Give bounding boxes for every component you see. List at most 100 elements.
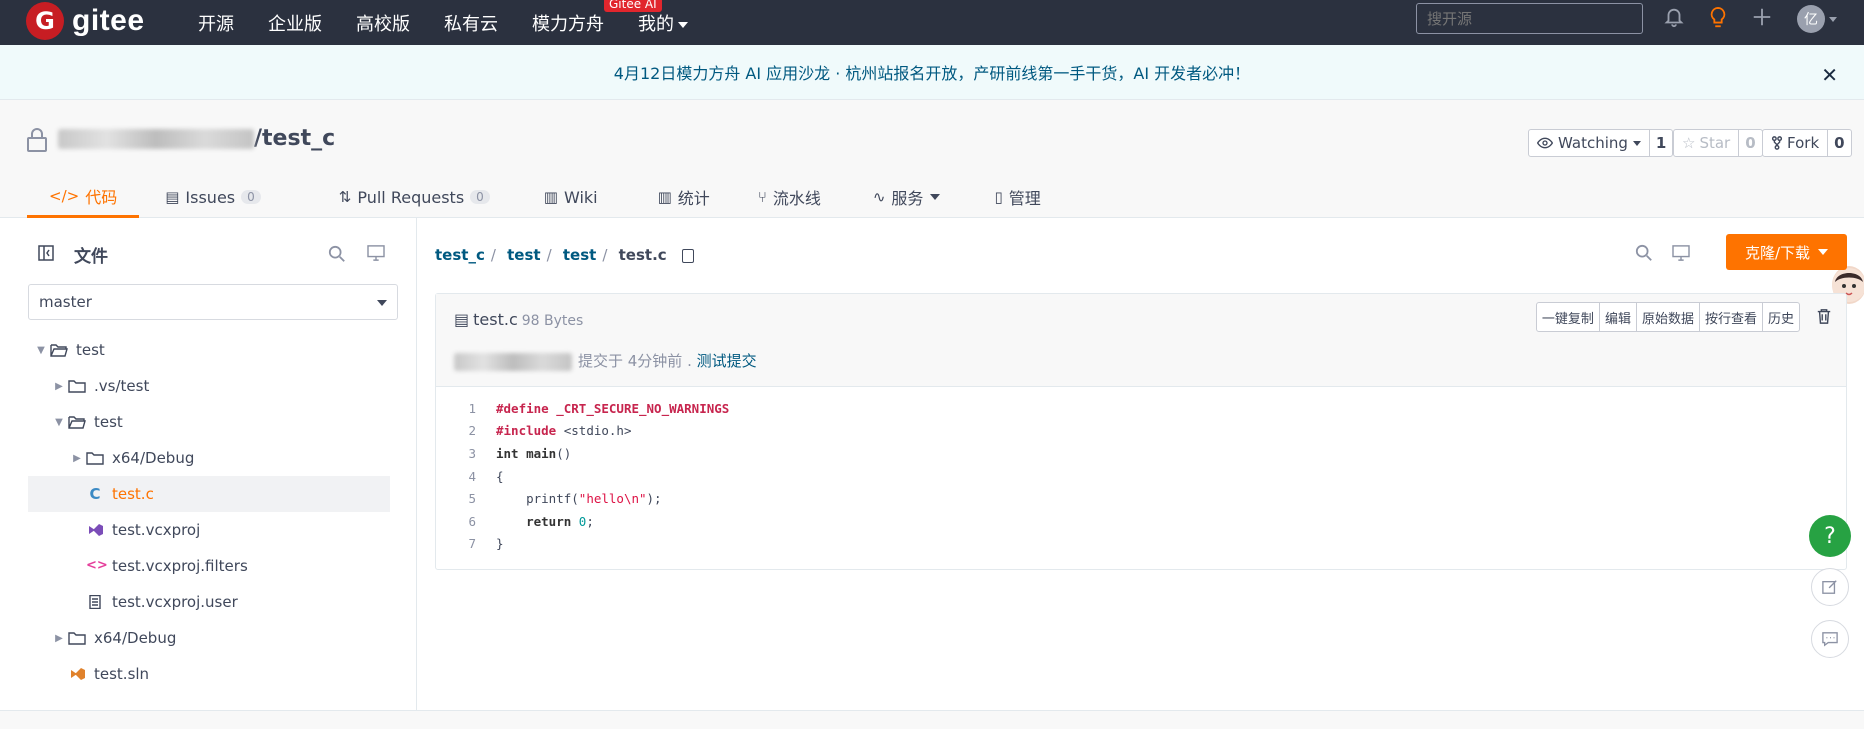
main-monitor-icon[interactable] — [1672, 245, 1690, 261]
code-line: 2 #include <stdio.h> — [436, 420, 1846, 443]
star-count[interactable]: 0 — [1739, 130, 1761, 156]
breadcrumb-sep: / — [602, 246, 608, 264]
user-avatar[interactable]: 亿 — [1797, 5, 1825, 33]
blame-button[interactable]: 按行查看 — [1700, 303, 1763, 331]
tree-item[interactable]: Ctest.c — [28, 476, 390, 512]
tree-item[interactable]: <> test.vcxproj.filters — [28, 548, 390, 584]
line-number: 2 — [468, 423, 476, 439]
search-icon[interactable] — [328, 245, 346, 263]
tab-stats[interactable]: ▥ 统计 — [620, 176, 732, 218]
chevron-down-icon — [1818, 249, 1829, 255]
raw-button[interactable]: 原始数据 — [1637, 303, 1700, 331]
monitor-icon[interactable] — [367, 245, 385, 261]
line-number: 6 — [468, 513, 476, 529]
main-search-icon[interactable] — [1635, 244, 1653, 262]
nav-item-education[interactable]: 高校版 — [356, 10, 410, 36]
watch-button[interactable]: Watching — [1529, 130, 1650, 156]
code-icon: </> — [49, 186, 80, 205]
pipeline-icon: ⑂ — [757, 188, 767, 206]
tab-services[interactable]: ∿ 服务 — [843, 176, 963, 218]
code-text: } — [496, 536, 504, 552]
services-chevron-down-icon — [930, 194, 941, 200]
breadcrumb-dir-1[interactable]: test — [507, 246, 540, 264]
avatar-chevron-down-icon[interactable] — [1829, 17, 1837, 22]
gitee-logo[interactable]: G gitee — [26, 2, 145, 40]
logo-icon: G — [26, 2, 64, 40]
tree-item-label: x64/Debug — [94, 629, 177, 647]
nav-item-mine[interactable]: 我的 — [638, 10, 688, 36]
chat-button[interactable] — [1811, 620, 1849, 658]
main-content: test_c / test / test / test.c 克隆/下载 ▤ test.c… — [417, 218, 1864, 710]
tree-item-label: test.vcxproj — [112, 521, 201, 539]
fork-count[interactable]: 0 — [1828, 130, 1850, 156]
star-button[interactable]: ☆ Star — [1674, 130, 1740, 156]
tab-pull-requests[interactable]: ⇅ Pull Requests 0 — [283, 176, 512, 218]
tree-item[interactable]: test.vcxproj.user — [28, 584, 390, 620]
nav-item-moli[interactable]: 模力方舟 Gitee AI — [532, 0, 662, 36]
nav-items: 开源 企业版 高校版 私有云 模力方舟 Gitee AI 我的 — [198, 0, 722, 45]
tab-wiki[interactable]: ▥ Wiki — [512, 176, 620, 218]
banner-text[interactable]: 4月12日模力方舟 AI 应用沙龙 · 杭州站报名开放，产研前线第一手干货，AI… — [614, 60, 1250, 84]
tree-item[interactable]: test.vcxproj — [28, 512, 390, 548]
fork-button[interactable]: Fork — [1763, 130, 1829, 156]
history-button[interactable]: 历史 — [1763, 303, 1799, 331]
tab-pipeline[interactable]: ⑂ 流水线 — [732, 176, 843, 218]
commit-message-link[interactable]: 测试提交 — [697, 352, 757, 370]
edit-button[interactable]: 编辑 — [1600, 303, 1637, 331]
copy-icon[interactable] — [681, 248, 694, 263]
tree-item[interactable]: test.sln — [28, 656, 390, 692]
code-text: return 0; — [526, 513, 594, 529]
breadcrumb-dir-2[interactable]: test — [563, 246, 596, 264]
caret-right-icon[interactable]: ▶ — [72, 453, 82, 464]
tree-item[interactable]: ▶ x64/Debug — [28, 440, 390, 476]
breadcrumb-repo[interactable]: test_c — [435, 246, 485, 264]
caret-down-icon[interactable]: ▼ — [36, 345, 46, 356]
close-icon[interactable]: ✕ — [1821, 63, 1838, 87]
tree-item[interactable]: ▼ test — [28, 332, 390, 368]
tab-manage[interactable]: ▯ 管理 — [962, 176, 1062, 218]
copy-all-button[interactable]: 一键复制 — [1537, 303, 1600, 331]
watch-group: Watching 1 — [1528, 129, 1674, 157]
tree-item-label: x64/Debug — [112, 449, 195, 467]
nav-item-mine-label: 我的 — [638, 13, 674, 35]
code-text: { — [496, 468, 504, 484]
code-line: 7} — [436, 533, 1846, 556]
caret-down-icon[interactable]: ▼ — [54, 417, 64, 428]
trash-icon[interactable] — [1816, 308, 1832, 324]
nav-item-enterprise[interactable]: 企业版 — [268, 10, 322, 36]
lightbulb-icon[interactable] — [1706, 6, 1730, 30]
code-line: 4{ — [436, 465, 1846, 488]
tree-item[interactable]: ▼ test — [28, 404, 390, 440]
search-input[interactable] — [1416, 3, 1643, 34]
tree-item-label: test.sln — [94, 665, 150, 683]
nav-item-moli-label: 模力方舟 — [532, 13, 604, 35]
repo-name[interactable]: /test_c — [254, 126, 335, 151]
clone-label: 克隆/下载 — [1744, 243, 1811, 262]
branch-select[interactable]: master — [28, 284, 398, 320]
code-line: 1 #define _CRT_SECURE_NO_WARNINGS — [436, 397, 1846, 420]
watch-count[interactable]: 1 — [1650, 130, 1672, 156]
page-bottom-bar — [0, 710, 1864, 729]
tree-item[interactable]: ▶ x64/Debug — [28, 620, 390, 656]
nav-item-open-source[interactable]: 开源 — [198, 10, 234, 36]
folder-icon — [64, 379, 94, 393]
eye-icon — [1537, 137, 1553, 149]
collapse-sidebar-icon[interactable] — [38, 245, 54, 261]
tab-manage-label: 管理 — [1008, 189, 1041, 208]
code-line: 3 int main() — [436, 442, 1846, 465]
tree-item[interactable]: ▶ .vs/test — [28, 368, 390, 404]
caret-right-icon[interactable]: ▶ — [54, 633, 64, 644]
file-name-area: ▤ test.c 98 Bytes — [454, 310, 583, 329]
feedback-edit-button[interactable] — [1811, 568, 1849, 606]
tab-code[interactable]: </> 代码 — [27, 176, 140, 218]
plus-icon[interactable] — [1750, 6, 1774, 30]
caret-right-icon[interactable]: ▶ — [54, 381, 64, 392]
watch-button-group: Watching 1 — [1528, 129, 1674, 157]
tab-issues[interactable]: ▤ Issues 0 — [139, 176, 283, 218]
nav-item-private-cloud[interactable]: 私有云 — [444, 10, 498, 36]
branch-label: master — [39, 293, 92, 311]
clone-download-button[interactable]: 克隆/下载 — [1726, 234, 1847, 270]
bell-icon[interactable] — [1662, 6, 1686, 30]
help-button[interactable]: ? — [1809, 515, 1851, 557]
file-name: test.c — [473, 310, 518, 329]
